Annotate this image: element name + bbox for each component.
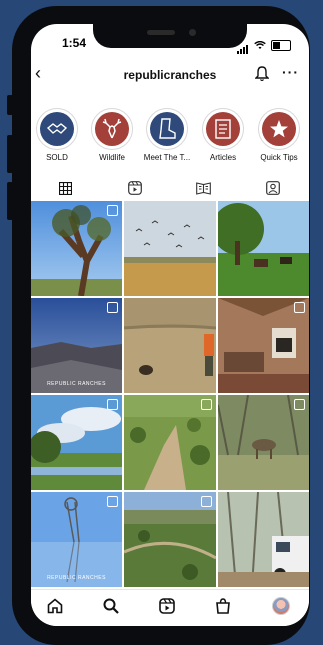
reels-icon xyxy=(159,598,175,614)
highlight-label: Articles xyxy=(209,153,237,162)
multi-post-badge-icon xyxy=(294,302,305,313)
nav-reels[interactable] xyxy=(157,596,177,616)
watermark-caption: REPUBLIC RANCHES xyxy=(47,575,106,581)
deer-icon xyxy=(95,112,129,146)
reel-badge-icon xyxy=(107,205,118,216)
deer-in-brush-post[interactable] xyxy=(218,395,309,490)
highlight-label: Wildlife xyxy=(99,153,125,162)
multi-post-badge-icon xyxy=(107,399,118,410)
battery-icon xyxy=(271,39,291,51)
notch xyxy=(93,24,247,48)
grid-icon xyxy=(59,181,72,195)
highlight-ring xyxy=(36,108,78,150)
aerial-farmland-post[interactable] xyxy=(124,492,216,587)
search-icon xyxy=(103,598,119,614)
shop-icon xyxy=(216,598,230,614)
tagged-icon xyxy=(265,181,280,195)
tab-grid[interactable] xyxy=(31,175,100,202)
star-icon xyxy=(262,112,296,146)
highlight-label: Meet The T... xyxy=(143,153,191,162)
nav-shop[interactable] xyxy=(213,596,233,616)
guides-icon xyxy=(196,181,211,195)
nav-home[interactable] xyxy=(45,596,65,616)
highlight-ring xyxy=(146,108,188,150)
tab-reels[interactable] xyxy=(100,175,169,201)
tab-guides[interactable] xyxy=(169,175,238,201)
profile-tabs xyxy=(31,175,309,202)
hunter-with-dog-post[interactable] xyxy=(124,298,216,393)
creek-and-sky-post[interactable] xyxy=(31,395,122,490)
oak-tree-post[interactable] xyxy=(31,201,122,296)
aerial-ranch-post[interactable] xyxy=(124,395,216,490)
watermark-caption: REPUBLIC RANCHES xyxy=(47,381,106,387)
highlight-sold[interactable]: SOLD xyxy=(31,108,83,162)
truck-camping-post[interactable] xyxy=(218,492,309,587)
post-grid: REPUBLIC RANCHES REPUBLIC RANCHES xyxy=(31,201,309,588)
signal-icon xyxy=(237,36,249,54)
highlight-ring xyxy=(202,108,244,150)
windmill-reflection-post[interactable]: REPUBLIC RANCHES xyxy=(31,492,122,587)
wifi-icon xyxy=(254,40,266,49)
highlight-ring xyxy=(258,108,300,150)
multi-post-badge-icon xyxy=(107,302,118,313)
horses-in-pasture-post[interactable] xyxy=(218,201,309,296)
tab-tagged[interactable] xyxy=(238,175,307,201)
profile-avatar xyxy=(272,597,290,615)
highlight-articles[interactable]: Articles xyxy=(197,108,249,162)
reels-icon xyxy=(127,181,142,195)
highlight-ring xyxy=(91,108,133,150)
boot-icon xyxy=(150,112,184,146)
birds-over-field-post[interactable] xyxy=(124,201,216,296)
notification-bell-icon[interactable] xyxy=(255,66,269,82)
highlight-label: SOLD xyxy=(46,153,68,162)
highlight-wildlife[interactable]: Wildlife xyxy=(86,108,138,162)
nav-search[interactable] xyxy=(101,596,121,616)
speaker xyxy=(147,30,175,35)
multi-post-badge-icon xyxy=(107,496,118,507)
home-icon xyxy=(47,598,63,614)
reel-badge-icon xyxy=(201,399,212,410)
bottom-navigation xyxy=(31,589,309,626)
highlight-meet-the-team[interactable]: Meet The T... xyxy=(141,108,193,162)
nav-profile[interactable] xyxy=(271,596,291,616)
highlight-label: Quick Tips xyxy=(260,153,298,162)
canyon-overlook-post[interactable]: REPUBLIC RANCHES xyxy=(31,298,122,393)
handshake-icon xyxy=(40,112,74,146)
phone-screen: 1:54 ‹ republicranches ··· SOLD Wildlife… xyxy=(31,24,309,626)
more-options-icon[interactable]: ··· xyxy=(282,64,299,80)
front-camera xyxy=(189,29,196,36)
document-icon xyxy=(206,112,240,146)
multi-post-badge-icon xyxy=(201,496,212,507)
profile-header: ‹ republicranches ··· xyxy=(31,62,309,88)
status-icons xyxy=(237,36,291,54)
multi-post-badge-icon xyxy=(294,399,305,410)
highlight-quick-tips[interactable]: Quick Tips xyxy=(253,108,305,162)
lodge-interior-post[interactable] xyxy=(218,298,309,393)
status-time: 1:54 xyxy=(62,36,87,50)
story-highlights: SOLD Wildlife Meet The T... Articles Qui… xyxy=(31,108,309,168)
